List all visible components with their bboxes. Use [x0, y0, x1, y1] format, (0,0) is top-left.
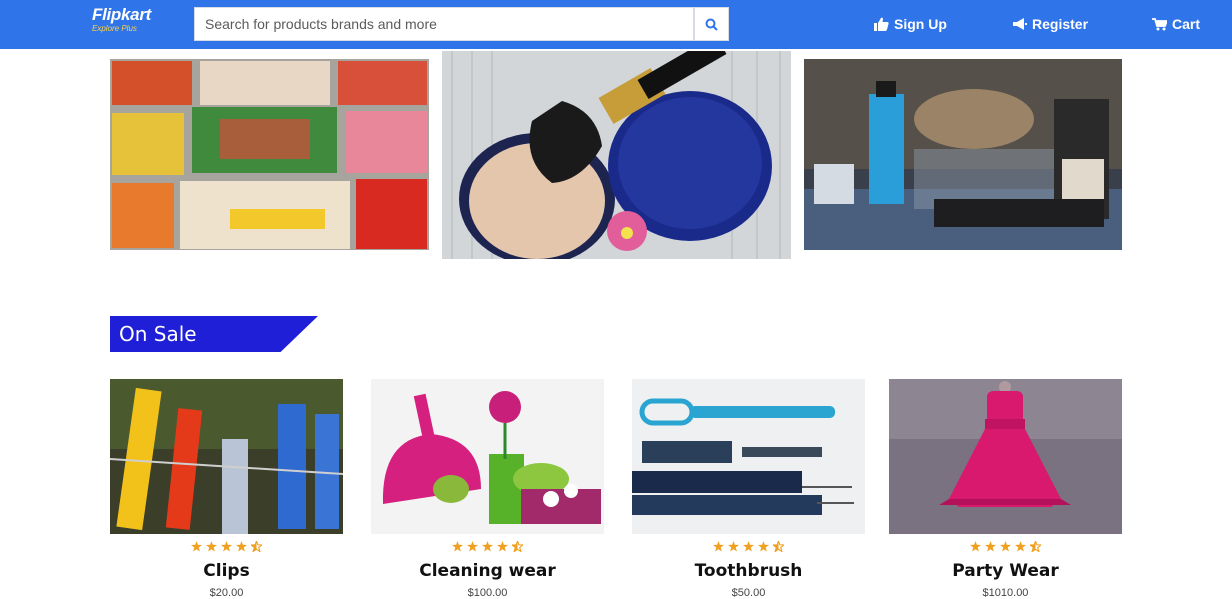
product-image-toothbrush[interactable] [632, 379, 865, 534]
star-icon [713, 541, 724, 552]
rating-stars [371, 541, 604, 552]
star-icon [970, 541, 981, 552]
signup-link[interactable]: Sign Up [874, 14, 947, 34]
star-icon [1000, 541, 1011, 552]
star-half-icon [512, 541, 523, 552]
site-logo[interactable]: Flipkart Explore Plus [92, 6, 158, 36]
star-icon [236, 541, 247, 552]
star-icon [985, 541, 996, 552]
logo-name: Flipkart [92, 5, 152, 24]
top-navbar: Flipkart Explore Plus Sign Up Register C… [0, 0, 1232, 49]
star-icon [743, 541, 754, 552]
star-half-icon [251, 541, 262, 552]
product-price: $20.00 [209, 587, 244, 599]
product-card[interactable]: Party Wear $1010.00 [889, 379, 1122, 599]
product-image-party-wear[interactable] [889, 379, 1122, 534]
star-half-icon [773, 541, 784, 552]
cart-icon [1152, 17, 1167, 30]
star-icon [497, 541, 508, 552]
product-name[interactable]: Toothbrush [632, 561, 865, 581]
signup-label: Sign Up [894, 16, 947, 32]
star-icon [758, 541, 769, 552]
product-price: $1010.00 [982, 587, 1029, 599]
logo-tagline: Explore Plus [92, 24, 137, 33]
product-name[interactable]: Cleaning wear [371, 561, 604, 581]
star-icon [728, 541, 739, 552]
star-half-icon [1030, 541, 1041, 552]
product-name[interactable]: Party Wear [889, 561, 1122, 581]
makeup-image [442, 51, 791, 259]
product-price: $50.00 [731, 587, 766, 599]
rating-stars [110, 541, 343, 552]
cart-label: Cart [1172, 16, 1201, 32]
rating-stars [632, 541, 865, 552]
product-image-clips[interactable] [110, 379, 343, 534]
grooming-banner[interactable] [804, 59, 1122, 250]
star-icon [221, 541, 232, 552]
product-card[interactable]: Toothbrush $50.00 [632, 379, 865, 599]
star-icon [482, 541, 493, 552]
search-icon [705, 18, 718, 31]
grooming-image [804, 59, 1122, 250]
product-price: $100.00 [467, 587, 508, 599]
star-icon [1015, 541, 1026, 552]
star-icon [206, 541, 217, 552]
register-label: Register [1032, 16, 1089, 32]
star-icon [191, 541, 202, 552]
product-image-cleaning-wear[interactable] [371, 379, 604, 534]
candy-banner[interactable] [110, 59, 429, 250]
on-sale-heading: On Sale [110, 316, 318, 352]
search-input[interactable] [194, 7, 694, 41]
thumbs-up-icon [874, 17, 889, 31]
search-button[interactable] [694, 7, 729, 41]
product-card[interactable]: Cleaning wear $100.00 [371, 379, 604, 599]
rating-stars [889, 541, 1122, 552]
product-card[interactable]: Clips $20.00 [110, 379, 343, 599]
product-name[interactable]: Clips [110, 561, 343, 581]
candy-image [110, 59, 429, 250]
makeup-banner[interactable] [442, 51, 791, 259]
star-icon [467, 541, 478, 552]
megaphone-icon [1013, 18, 1027, 30]
star-icon [452, 541, 463, 552]
register-link[interactable]: Register [1013, 14, 1088, 34]
cart-link[interactable]: Cart [1152, 14, 1200, 34]
